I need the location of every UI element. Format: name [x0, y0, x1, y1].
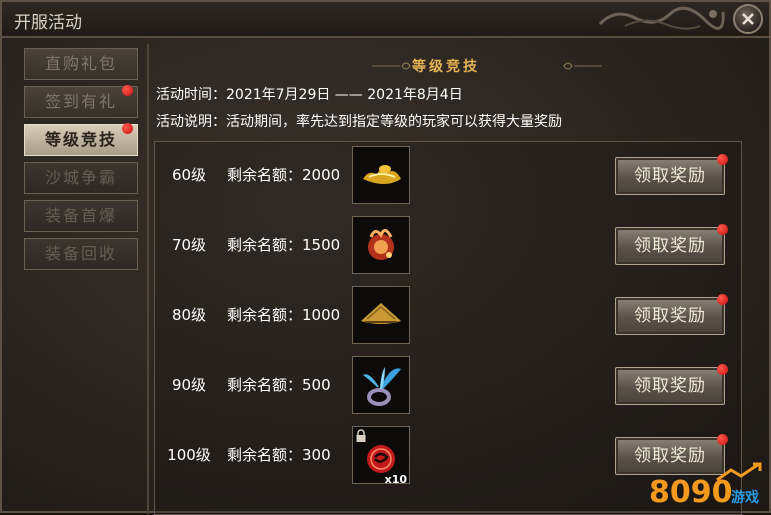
notification-dot-icon — [122, 85, 133, 96]
reward-item-slot[interactable]: x10 — [352, 426, 410, 486]
notification-dot-icon — [717, 154, 728, 165]
bamboo-hat-icon — [361, 303, 401, 324]
reward-level: 60级 — [171, 166, 207, 184]
reward-level: 90级 — [171, 376, 207, 394]
claim-reward-label: 领取奖励 — [634, 306, 706, 326]
sidebar-item-label: 直购礼包 — [44, 54, 117, 73]
claim-reward-button[interactable]: 领取奖励 — [615, 294, 728, 335]
sidebar-item-label: 装备回收 — [44, 244, 117, 263]
reward-level: 100级 — [167, 446, 211, 464]
reward-quota: 剩余名额：1000 — [227, 306, 341, 324]
window-title: 开服活动 — [14, 13, 82, 33]
sidebar-item-label: 等级竞技 — [44, 130, 117, 149]
reward-item-slot[interactable] — [352, 216, 410, 274]
sidebar-item-label: 装备首爆 — [44, 206, 117, 225]
notification-dot-icon — [717, 224, 728, 235]
reward-row: 70级 剩余名额：1500 领取奖励 — [155, 213, 741, 283]
reward-level: 70级 — [171, 236, 207, 254]
close-button[interactable] — [733, 4, 763, 34]
claim-reward-label: 领取奖励 — [634, 376, 706, 396]
section-title: 等级竞技 — [412, 59, 480, 75]
notification-dot-icon — [122, 123, 133, 134]
fire-orb-icon — [368, 229, 394, 260]
watermark-logo: 8090 游戏 — [649, 462, 762, 508]
sidebar-item-level-race[interactable]: 等级竞技 — [24, 123, 138, 156]
reward-item-slot[interactable] — [352, 146, 410, 204]
activity-description: 活动说明：活动期间，率先达到指定等级的玩家可以获得大量奖励 — [156, 111, 562, 131]
activity-window: 开服活动 直购礼包 签到有礼 等级竞技 沙城争霸 装备首爆 装备回收 等级竞技 … — [0, 0, 771, 515]
sidebar-item-city-battle[interactable]: 沙城争霸 — [24, 162, 138, 194]
svg-text:8090: 8090 — [649, 475, 733, 508]
reward-item-slot[interactable] — [352, 356, 410, 414]
sidebar-item-sign-in[interactable]: 签到有礼 — [24, 85, 138, 118]
activity-desc-value: 活动期间，率先达到指定等级的玩家可以获得大量奖励 — [226, 114, 562, 130]
blue-ring-icon — [363, 367, 401, 406]
activity-time: 活动时间：2021年7月29日 —— 2021年8月4日 — [156, 84, 463, 104]
item-count: x10 — [384, 473, 407, 486]
svg-text:游戏: 游戏 — [731, 489, 759, 506]
reward-quota: 剩余名额：2000 — [227, 166, 341, 184]
reward-row: 80级 剩余名额：1000 领取奖励 — [155, 283, 741, 353]
reward-quota: 剩余名额：500 — [227, 376, 331, 394]
sidebar-item-first-drop[interactable]: 装备首爆 — [24, 200, 138, 232]
sidebar-item-label: 签到有礼 — [44, 92, 117, 111]
reward-row: 90级 剩余名额：500 领取奖励 — [155, 353, 741, 423]
divider — [147, 44, 149, 514]
reward-quota: 剩余名额：300 — [227, 446, 331, 464]
notification-dot-icon — [717, 364, 728, 375]
sidebar-item-recycle[interactable]: 装备回收 — [24, 238, 138, 270]
reward-level: 80级 — [171, 306, 207, 324]
activity-time-label: 活动时间： — [156, 87, 226, 103]
activity-time-value: 2021年7月29日 —— 2021年8月4日 — [226, 87, 463, 103]
title-bar: 开服活动 — [2, 2, 769, 38]
dragon-ornament-icon — [598, 6, 725, 30]
claim-reward-label: 领取奖励 — [634, 166, 706, 186]
claim-reward-button[interactable]: 领取奖励 — [615, 364, 728, 405]
claim-reward-button[interactable]: 领取奖励 — [615, 224, 728, 265]
reward-row: 60级 剩余名额：2000 领取奖励 — [155, 143, 741, 213]
sidebar-item-label: 沙城争霸 — [44, 168, 117, 187]
reward-quota: 剩余名额：1500 — [227, 236, 341, 254]
sidebar-item-direct-buy[interactable]: 直购礼包 — [24, 48, 138, 80]
gold-ingot-icon — [363, 165, 401, 184]
lock-icon — [356, 429, 366, 442]
notification-dot-icon — [717, 294, 728, 305]
close-icon — [742, 13, 754, 25]
reward-item-slot[interactable] — [352, 286, 410, 344]
reward-list[interactable]: 60级 剩余名额：2000 领取奖励 70级 剩余名额：1500 领取奖励 80… — [154, 141, 742, 515]
activity-desc-label: 活动说明： — [156, 114, 226, 130]
claim-reward-label: 领取奖励 — [634, 236, 706, 256]
notification-dot-icon — [717, 434, 728, 445]
activity-sidebar: 直购礼包 签到有礼 等级竞技 沙城争霸 装备首爆 装备回收 — [24, 48, 142, 276]
claim-reward-button[interactable]: 领取奖励 — [615, 154, 728, 195]
header-ornament-icon — [372, 62, 602, 70]
